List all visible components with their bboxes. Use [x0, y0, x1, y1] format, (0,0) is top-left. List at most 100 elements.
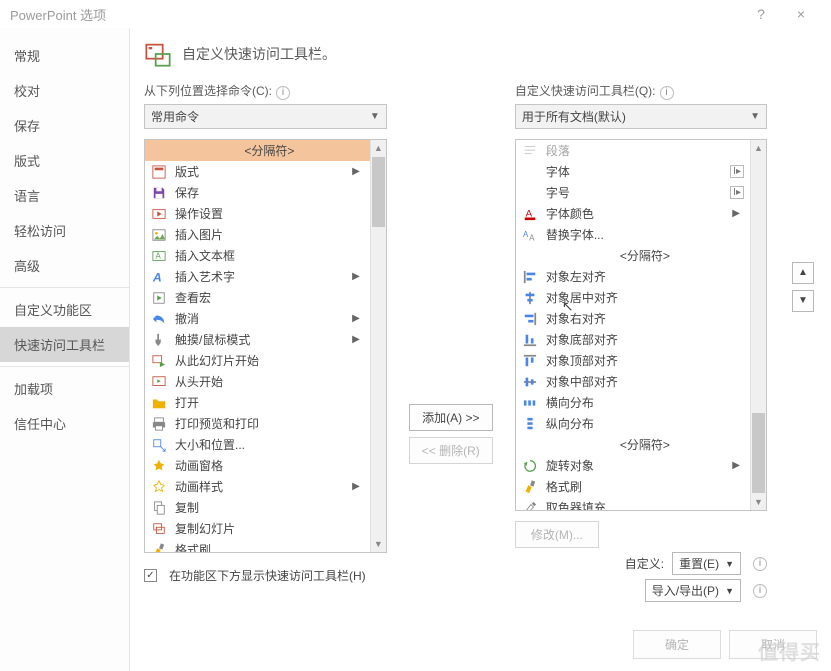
- category-sidebar: 常规校对保存版式语言轻松访问高级 自定义功能区快速访问工具栏 加载项信任中心: [0, 28, 130, 671]
- command-label: 从头开始: [175, 373, 223, 390]
- command-item[interactable]: 打印预览和打印: [145, 413, 370, 434]
- modify-button[interactable]: 修改(M)...: [515, 521, 599, 548]
- command-item[interactable]: 动画样式▶: [145, 476, 370, 497]
- command-label: 版式: [175, 163, 199, 180]
- command-item[interactable]: 插入图片: [145, 224, 370, 245]
- command-item[interactable]: 对象底部对齐: [516, 329, 750, 350]
- command-item[interactable]: 从头开始: [145, 371, 370, 392]
- command-label: 动画窗格: [175, 457, 223, 474]
- para-icon: [522, 143, 538, 159]
- command-item[interactable]: 对象右对齐: [516, 308, 750, 329]
- sidebar-item[interactable]: 快速访问工具栏: [0, 327, 129, 362]
- command-item[interactable]: 动画窗格: [145, 455, 370, 476]
- command-item[interactable]: 大小和位置...: [145, 434, 370, 455]
- command-item[interactable]: 格式刷: [145, 539, 370, 552]
- info-icon[interactable]: i: [753, 557, 767, 571]
- command-item[interactable]: 从此幻灯片开始: [145, 350, 370, 371]
- svg-text:A: A: [156, 251, 162, 260]
- command-item[interactable]: 版式 ▶: [145, 161, 370, 182]
- command-item[interactable]: 纵向分布: [516, 413, 750, 434]
- command-item[interactable]: 旋转对象▶: [516, 455, 750, 476]
- scrollbar[interactable]: ▲ ▼: [370, 140, 386, 552]
- info-icon[interactable]: i: [753, 584, 767, 598]
- ok-button[interactable]: 确定: [633, 630, 721, 659]
- sidebar-item[interactable]: 常规: [0, 38, 129, 73]
- scroll-thumb[interactable]: [372, 157, 385, 227]
- sidebar-item[interactable]: 信任中心: [0, 406, 129, 441]
- command-label: 打印预览和打印: [175, 415, 259, 432]
- scroll-thumb[interactable]: [752, 413, 765, 493]
- close-button[interactable]: ×: [781, 6, 821, 22]
- qat-scope-select[interactable]: 用于所有文档(默认)▼: [515, 104, 767, 129]
- remove-button[interactable]: << 删除(R): [409, 437, 493, 464]
- alignr-icon: [522, 311, 538, 327]
- open-icon: [151, 395, 167, 411]
- import-export-dropdown[interactable]: 导入/导出(P)▼: [645, 579, 741, 602]
- command-label: <分隔符>: [546, 436, 744, 453]
- command-label: 大小和位置...: [175, 436, 245, 453]
- current-qat-list[interactable]: 段落字体I▸字号I▸A字体颜色▶AA替换字体...<分隔符>对象左对齐对象居中对…: [515, 139, 767, 511]
- sidebar-item[interactable]: 保存: [0, 108, 129, 143]
- command-item[interactable]: 撤消▶: [145, 308, 370, 329]
- command-item[interactable]: 格式刷: [516, 476, 750, 497]
- command-label: 对象中部对齐: [546, 373, 618, 390]
- animstyle-icon: [151, 479, 167, 495]
- sidebar-item[interactable]: 校对: [0, 73, 129, 108]
- command-item[interactable]: 段落: [516, 140, 750, 161]
- command-item[interactable]: 对象左对齐: [516, 266, 750, 287]
- command-label: 字体: [546, 163, 570, 180]
- sidebar-item[interactable]: 版式: [0, 143, 129, 178]
- command-label: 触摸/鼠标模式: [175, 331, 250, 348]
- scroll-up-icon[interactable]: ▲: [751, 140, 766, 156]
- sidebar-item[interactable]: 轻松访问: [0, 213, 129, 248]
- scroll-up-icon[interactable]: ▲: [371, 140, 386, 156]
- command-item[interactable]: 取色器填充: [516, 497, 750, 510]
- command-item[interactable]: 保存: [145, 182, 370, 203]
- cancel-button[interactable]: 取消: [729, 630, 817, 659]
- info-icon[interactable]: i: [276, 86, 290, 100]
- add-button[interactable]: 添加(A) >>: [409, 404, 493, 431]
- cmd-icon: [522, 164, 538, 180]
- command-item[interactable]: 字体I▸: [516, 161, 750, 182]
- scroll-down-icon[interactable]: ▼: [751, 494, 766, 510]
- command-item[interactable]: 查看宏: [145, 287, 370, 308]
- info-icon[interactable]: i: [660, 86, 674, 100]
- move-up-button[interactable]: ▲: [792, 262, 814, 284]
- command-item[interactable]: 对象顶部对齐: [516, 350, 750, 371]
- commands-from-select[interactable]: 常用命令▼: [144, 104, 387, 129]
- command-item[interactable]: A插入艺术字▶: [145, 266, 370, 287]
- customizations-label: 自定义:: [625, 555, 664, 572]
- sidebar-item[interactable]: 语言: [0, 178, 129, 213]
- command-item[interactable]: 打开: [145, 392, 370, 413]
- help-button[interactable]: ?: [741, 6, 781, 22]
- command-label: 格式刷: [175, 541, 211, 552]
- scroll-down-icon[interactable]: ▼: [371, 536, 386, 552]
- command-item[interactable]: 对象居中对齐: [516, 287, 750, 308]
- command-item[interactable]: 触摸/鼠标模式▶: [145, 329, 370, 350]
- command-label: 插入文本框: [175, 247, 235, 264]
- command-item[interactable]: <分隔符>: [145, 140, 370, 161]
- submenu-arrow-icon: ▶: [352, 166, 364, 177]
- sidebar-item[interactable]: 加载项: [0, 371, 129, 406]
- command-item[interactable]: A字体颜色▶: [516, 203, 750, 224]
- command-item[interactable]: 字号I▸: [516, 182, 750, 203]
- command-label: 字体颜色: [546, 205, 594, 222]
- command-item[interactable]: 对象中部对齐: [516, 371, 750, 392]
- command-item[interactable]: AA替换字体...: [516, 224, 750, 245]
- command-item[interactable]: <分隔符>: [516, 245, 750, 266]
- show-below-ribbon-checkbox[interactable]: ✓ 在功能区下方显示快速访问工具栏(H): [144, 567, 387, 584]
- sidebar-item[interactable]: 高级: [0, 248, 129, 283]
- command-item[interactable]: 复制: [145, 497, 370, 518]
- sidebar-item[interactable]: 自定义功能区: [0, 292, 129, 327]
- scrollbar[interactable]: ▲ ▼: [750, 140, 766, 510]
- command-item[interactable]: <分隔符>: [516, 434, 750, 455]
- playfrom-icon: [151, 353, 167, 369]
- reset-dropdown[interactable]: 重置(E)▼: [672, 552, 741, 575]
- command-item[interactable]: 操作设置: [145, 203, 370, 224]
- command-label: 保存: [175, 184, 199, 201]
- command-item[interactable]: 横向分布: [516, 392, 750, 413]
- move-down-button[interactable]: ▼: [792, 290, 814, 312]
- command-item[interactable]: 复制幻灯片: [145, 518, 370, 539]
- command-item[interactable]: A 插入文本框: [145, 245, 370, 266]
- available-commands-list[interactable]: <分隔符>版式▶保存操作设置插入图片A插入文本框A插入艺术字▶查看宏撤消▶触摸/…: [144, 139, 387, 553]
